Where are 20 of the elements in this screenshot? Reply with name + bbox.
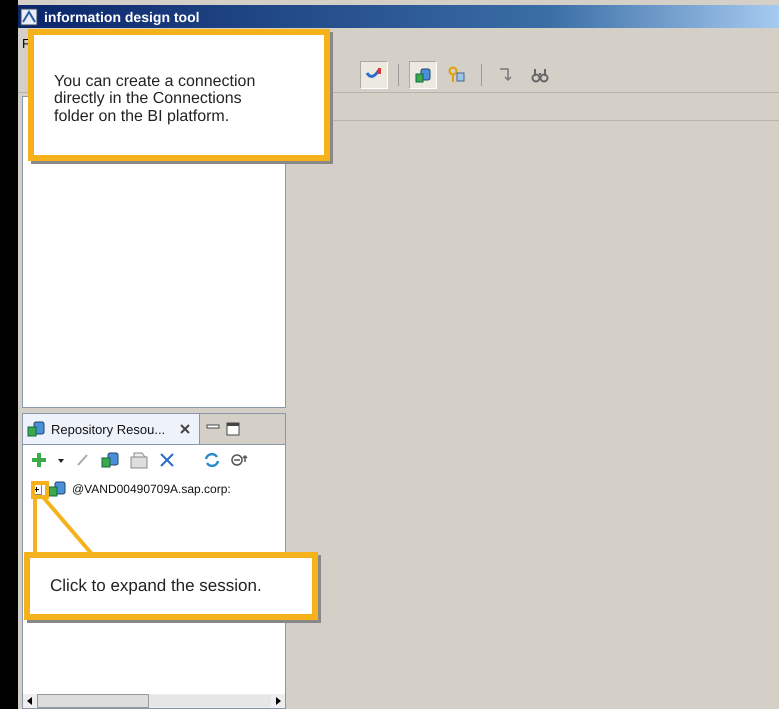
callout-text: Click to expand the session. [50, 576, 262, 596]
callout-text: You can create a connection directly in the Connections folder on the BI platform. [54, 72, 256, 126]
delete-icon[interactable] [159, 452, 175, 468]
repository-tab[interactable]: Repository Resou... [23, 414, 200, 444]
database-icon [27, 421, 45, 437]
folder-icon[interactable] [129, 451, 149, 469]
window-title: information design tool [44, 8, 200, 24]
collapse-all-icon[interactable] [231, 453, 249, 467]
refresh-icon[interactable] [203, 451, 221, 469]
app-icon [20, 8, 38, 26]
maximize-icon[interactable] [226, 422, 240, 436]
schema-tool-icon[interactable] [360, 61, 388, 89]
close-icon[interactable] [179, 423, 192, 435]
database-tool-icon[interactable] [409, 61, 437, 89]
session-label[interactable]: @VAND00490709A.sap.corp: [72, 482, 231, 496]
database-icon [48, 481, 66, 497]
plus-icon[interactable] [31, 452, 47, 468]
tab-title: Repository Resou... [51, 422, 166, 436]
database-icon[interactable] [101, 451, 119, 469]
horizontal-scrollbar[interactable] [23, 694, 285, 708]
